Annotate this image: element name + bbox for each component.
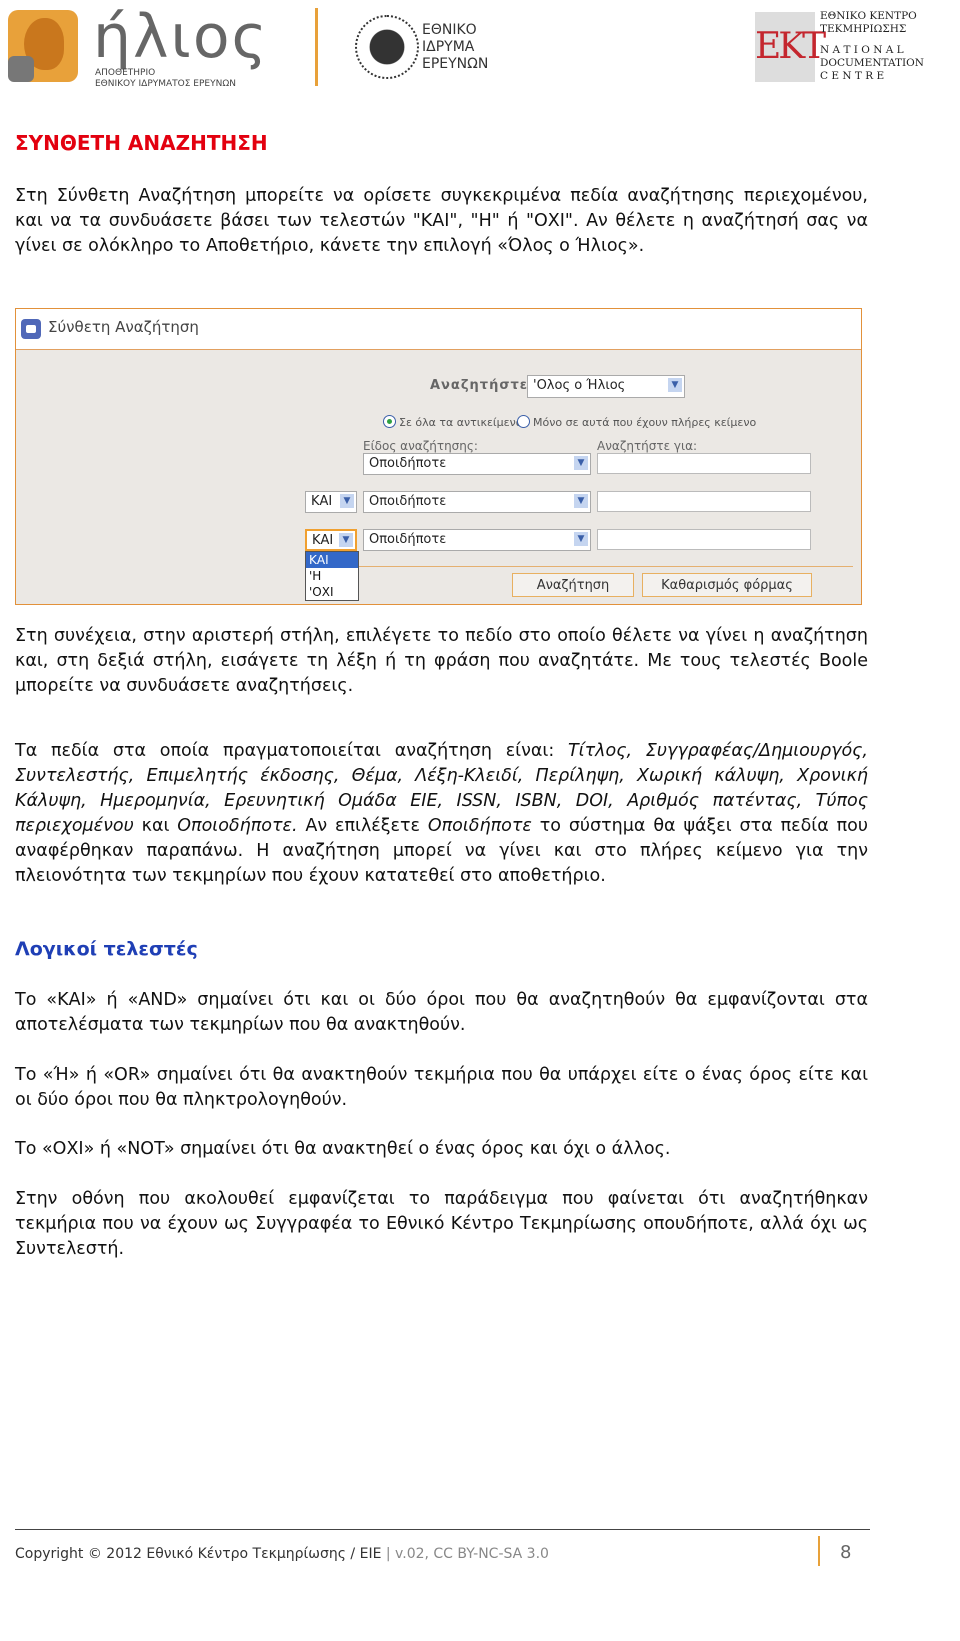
- dropdown-option[interactable]: 'Η: [306, 568, 358, 584]
- field-value: Οποιδήποτε: [369, 456, 447, 471]
- form-separator: [316, 566, 853, 567]
- search-in-select[interactable]: 'Ολος ο Ήλιος ▼: [527, 375, 685, 398]
- eie-line: ΕΡΕΥΝΩΝ: [422, 56, 489, 72]
- screenshot-title: Σύνθετη Αναζήτηση: [48, 318, 199, 336]
- footer-text: Copyright © 2012 Εθνικό Κέντρο Τεκμηρίωσ…: [15, 1546, 549, 1562]
- field-value: Οποιδήποτε: [369, 532, 447, 547]
- ekt-line: ΤΕΚΜΗΡΙΩΣΗΣ: [820, 23, 907, 35]
- bool-value: ΚΑΙ: [312, 533, 334, 548]
- field-value: Οποιδήποτε: [369, 494, 447, 509]
- helios-sub-line: ΕΘΝΙΚΟΥ ΙΔΡΥΜΑΤΟΣ ΕΡΕΥΝΩΝ: [95, 79, 236, 89]
- field-select-1[interactable]: Οποιδήποτε ▼: [363, 453, 591, 475]
- ekt-line: DOCUMENTATION: [820, 57, 924, 69]
- search-term-input-2[interactable]: [597, 491, 811, 512]
- search-in-value: 'Ολος ο Ήλιος: [533, 378, 626, 393]
- or-paragraph: Το «Ή» ή «OR» σημαίνει ότι θα ανακτηθούν…: [15, 1065, 868, 1110]
- chevron-down-icon: ▼: [668, 378, 682, 392]
- helios-logo-icon: [8, 10, 78, 82]
- ekt-line: ΕΘΝΙΚΟ ΚΕΝΤΡΟ: [820, 10, 917, 22]
- field-select-2[interactable]: Οποιδήποτε ▼: [363, 491, 591, 513]
- header-divider: [315, 8, 318, 86]
- instructions-paragraph: Στη συνέχεια, στην αριστερή στήλη, επιλέ…: [15, 626, 868, 696]
- dropdown-option[interactable]: 'ΟΧΙ: [306, 584, 358, 600]
- text: Αν επιλέξετε: [297, 816, 428, 836]
- boolean-select-2[interactable]: ΚΑΙ ▼: [305, 529, 357, 551]
- eie-logo-text: ΕΘΝΙΚΟ ΙΔΡΥΜΑ ΕΡΕΥΝΩΝ: [422, 22, 488, 73]
- search-term-input-3[interactable]: [597, 529, 811, 550]
- fields-paragraph: Τα πεδία στα οποία πραγματοποιείται αναζ…: [15, 739, 868, 889]
- ekt-logo-text: ΕΘΝΙΚΟ ΚΕΝΤΡΟ ΤΕΚΜΗΡΙΩΣΗΣ N A T I O N A …: [820, 10, 924, 83]
- helios-subtitle: ΑΠΟΘΕΤΗΡΙΟ ΕΘΝΙΚΟΥ ΙΔΡΥΜΑΤΟΣ ΕΡΕΥΝΩΝ: [95, 68, 236, 90]
- copyright: Copyright © 2012 Εθνικό Κέντρο Τεκμηρίωσ…: [15, 1546, 382, 1562]
- search-button[interactable]: Αναζήτηση: [512, 573, 634, 597]
- ekt-logo-icon: EKT: [755, 12, 826, 82]
- clear-form-button[interactable]: Καθαρισμός φόρμας: [642, 573, 812, 597]
- radio-all-label: Σε όλα τα αντικείμενα: [399, 416, 523, 429]
- field-select-3[interactable]: Οποιδήποτε ▼: [363, 529, 591, 551]
- eie-seal-icon: [355, 15, 419, 79]
- search-in-label: Αναζητήστε:: [430, 378, 535, 393]
- ekt-line: C E N T R E: [820, 70, 885, 82]
- intro-paragraph: Στη Σύνθετη Αναζήτηση μπορείτε να ορίσετ…: [15, 186, 868, 256]
- radio-fulltext[interactable]: [517, 415, 530, 428]
- chevron-down-icon: ▼: [574, 494, 588, 508]
- chevron-down-icon: ▼: [574, 532, 588, 546]
- and-paragraph: Το «ΚΑΙ» ή «AND» σημαίνει ότι και οι δύο…: [15, 990, 868, 1035]
- boolean-select-1[interactable]: ΚΑΙ ▼: [305, 491, 357, 513]
- document-page: ήλιος ΑΠΟΘΕΤΗΡΙΟ ΕΘΝΙΚΟΥ ΙΔΡΥΜΑΤΟΣ ΕΡΕΥΝΩ…: [0, 0, 960, 1641]
- chevron-down-icon: ▼: [339, 533, 353, 547]
- eie-line: ΕΘΝΙΚΟ: [422, 22, 477, 38]
- not-paragraph: Το «ΟΧΙ» ή «NOT» σημαίνει ότι θα ανακτηθ…: [15, 1139, 671, 1159]
- chevron-down-icon: ▼: [340, 494, 354, 508]
- screenshot-titlebar: Σύνθετη Αναζήτηση: [16, 309, 861, 350]
- footer-divider: [15, 1529, 870, 1530]
- field-any: Οποιδήποτε: [427, 816, 532, 836]
- chevron-down-icon: ▼: [574, 456, 588, 470]
- text: Τα πεδία στα οποία πραγματοποιείται αναζ…: [15, 741, 568, 761]
- version-license: v.02, CC BY-NC-SA 3.0: [395, 1546, 549, 1562]
- helios-logo-text: ήλιος: [93, 2, 269, 72]
- footer-bar: [818, 1536, 820, 1566]
- helios-sub-line: ΑΠΟΘΕΤΗΡΙΟ: [95, 68, 156, 78]
- field-any: Οποιοδήποτε.: [177, 816, 298, 836]
- page-number: 8: [840, 1542, 852, 1563]
- example-paragraph: Στην οθόνη που ακολουθεί εμφανίζεται το …: [15, 1189, 868, 1259]
- ekt-line: N A T I O N A L: [820, 44, 904, 56]
- text: και: [133, 816, 178, 836]
- search-term-input-1[interactable]: [597, 453, 811, 474]
- section-heading: Λογικοί τελεστές: [15, 938, 198, 960]
- bool-value: ΚΑΙ: [311, 494, 333, 509]
- search-type-label: Είδος αναζήτησης:: [363, 439, 478, 453]
- radio-fulltext-label: Μόνο σε αυτά που έχουν πλήρες κείμενο: [533, 416, 757, 429]
- separator: |: [381, 1546, 396, 1562]
- panel-icon: [21, 319, 41, 339]
- eie-line: ΙΔΡΥΜΑ: [422, 39, 475, 55]
- advanced-search-screenshot: Σύνθετη Αναζήτηση Αναζητήστε: 'Ολος ο Ήλ…: [15, 308, 862, 605]
- boolean-dropdown-list: ΚΑΙ 'Η 'ΟΧΙ: [305, 551, 359, 601]
- search-for-label: Αναζητήστε για:: [597, 439, 698, 453]
- dropdown-option[interactable]: ΚΑΙ: [306, 552, 358, 568]
- page-title: ΣΥΝΘΕΤΗ ΑΝΑΖΗΤΗΣΗ: [15, 131, 268, 155]
- radio-all-items[interactable]: [383, 415, 396, 428]
